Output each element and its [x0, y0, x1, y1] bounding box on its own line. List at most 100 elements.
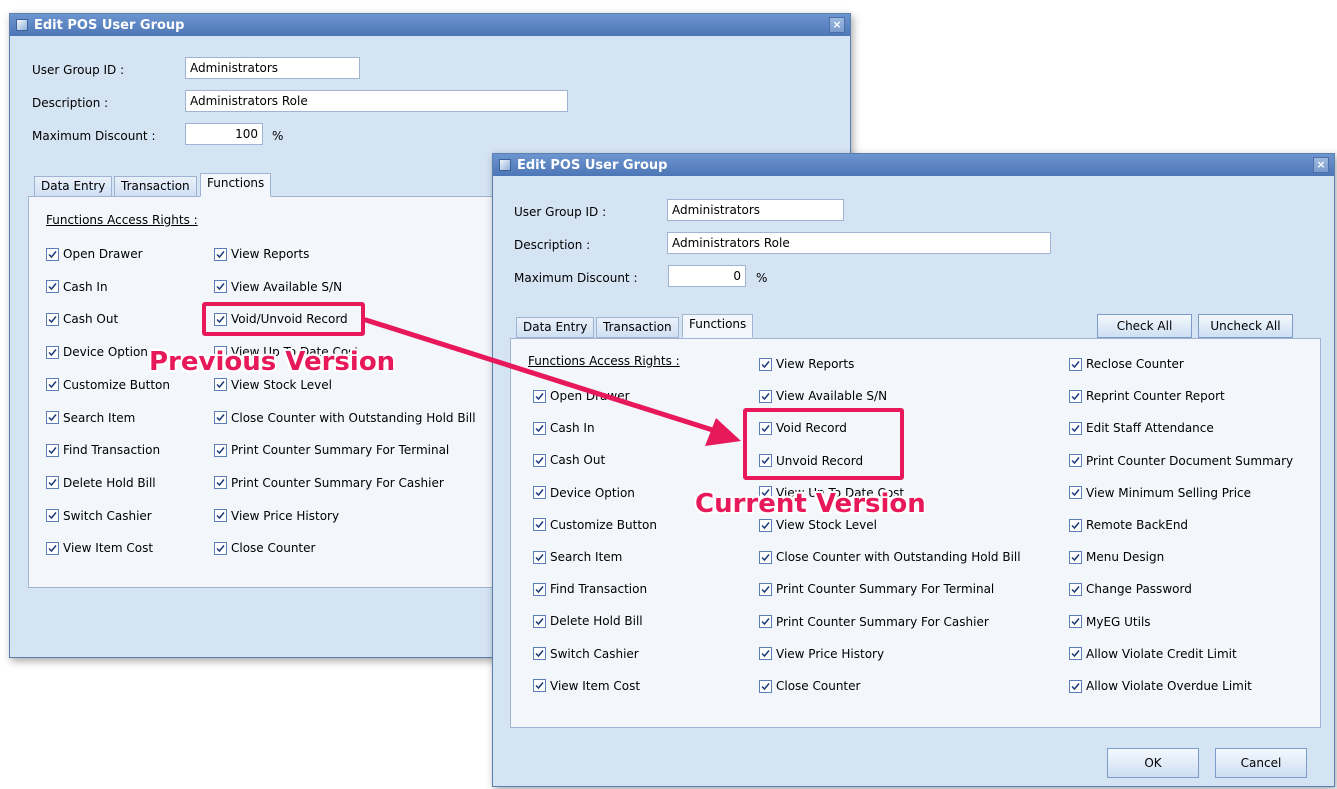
- checked-checkbox-icon[interactable]: [46, 247, 59, 261]
- checkbox-item[interactable]: Allow Violate Overdue Limit: [1069, 679, 1252, 693]
- checkbox-item[interactable]: Cash Out: [533, 453, 605, 467]
- tab-data-entry[interactable]: Data Entry: [34, 176, 113, 197]
- checked-checkbox-icon[interactable]: [46, 280, 59, 294]
- checkbox-item[interactable]: View Item Cost: [46, 541, 153, 555]
- checkbox-item[interactable]: Void Record: [759, 421, 847, 435]
- description-field[interactable]: Administrators Role: [185, 90, 568, 112]
- checked-checkbox-icon[interactable]: [1069, 647, 1082, 661]
- checkbox-item[interactable]: Delete Hold Bill: [46, 476, 156, 490]
- checked-checkbox-icon[interactable]: [533, 679, 546, 693]
- checkbox-item[interactable]: View Available S/N: [759, 389, 887, 403]
- checked-checkbox-icon[interactable]: [533, 453, 546, 467]
- uncheck-all-button[interactable]: Uncheck All: [1198, 314, 1293, 338]
- checked-checkbox-icon[interactable]: [1069, 421, 1082, 435]
- checkbox-item[interactable]: Close Counter: [214, 541, 315, 555]
- tab-transaction[interactable]: Transaction: [114, 176, 197, 197]
- checkbox-item[interactable]: Close Counter with Outstanding Hold Bill: [214, 411, 476, 425]
- checked-checkbox-icon[interactable]: [214, 312, 227, 326]
- checked-checkbox-icon[interactable]: [46, 443, 59, 457]
- checkbox-item[interactable]: Void/Unvoid Record: [214, 312, 348, 326]
- checked-checkbox-icon[interactable]: [214, 280, 227, 294]
- checked-checkbox-icon[interactable]: [1069, 615, 1082, 629]
- tab-functions[interactable]: Functions: [200, 173, 272, 197]
- checkbox-item[interactable]: Delete Hold Bill: [533, 614, 643, 628]
- checked-checkbox-icon[interactable]: [759, 647, 772, 661]
- checked-checkbox-icon[interactable]: [214, 247, 227, 261]
- checkbox-item[interactable]: Customize Button: [533, 518, 657, 532]
- checkbox-item[interactable]: Cash In: [533, 421, 595, 435]
- description-field[interactable]: Administrators Role: [667, 232, 1051, 254]
- checkbox-item[interactable]: Print Counter Summary For Cashier: [214, 476, 444, 490]
- check-all-button[interactable]: Check All: [1097, 314, 1192, 338]
- checked-checkbox-icon[interactable]: [533, 647, 546, 661]
- checkbox-item[interactable]: Open Drawer: [533, 389, 630, 403]
- checked-checkbox-icon[interactable]: [759, 550, 772, 564]
- checked-checkbox-icon[interactable]: [46, 411, 59, 424]
- checkbox-item[interactable]: Find Transaction: [533, 582, 647, 596]
- close-icon[interactable]: ×: [1313, 157, 1329, 173]
- checked-checkbox-icon[interactable]: [1069, 389, 1082, 403]
- checked-checkbox-icon[interactable]: [533, 421, 546, 435]
- checked-checkbox-icon[interactable]: [759, 357, 772, 371]
- checked-checkbox-icon[interactable]: [46, 312, 59, 326]
- checked-checkbox-icon[interactable]: [46, 476, 59, 490]
- checkbox-item[interactable]: Switch Cashier: [533, 647, 639, 661]
- tab-data-entry[interactable]: Data Entry: [516, 317, 595, 338]
- checked-checkbox-icon[interactable]: [46, 345, 59, 359]
- checkbox-item[interactable]: Allow Violate Credit Limit: [1069, 647, 1237, 661]
- checkbox-item[interactable]: View Reports: [759, 357, 854, 371]
- checkbox-item[interactable]: Search Item: [46, 411, 135, 425]
- user-group-id-field[interactable]: Administrators: [185, 57, 360, 79]
- checkbox-item[interactable]: Print Counter Summary For Terminal: [759, 582, 994, 596]
- checkbox-item[interactable]: Unvoid Record: [759, 454, 863, 468]
- checked-checkbox-icon[interactable]: [214, 509, 227, 523]
- checkbox-item[interactable]: Cash Out: [46, 312, 118, 326]
- checkbox-item[interactable]: Device Option: [46, 345, 148, 359]
- checked-checkbox-icon[interactable]: [214, 476, 227, 490]
- checked-checkbox-icon[interactable]: [759, 518, 772, 532]
- checked-checkbox-icon[interactable]: [1069, 357, 1082, 371]
- checked-checkbox-icon[interactable]: [46, 509, 59, 523]
- checkbox-item[interactable]: Customize Button: [46, 378, 170, 392]
- checked-checkbox-icon[interactable]: [1069, 550, 1082, 564]
- checked-checkbox-icon[interactable]: [759, 679, 772, 693]
- checkbox-item[interactable]: MyEG Utils: [1069, 615, 1151, 629]
- checkbox-item[interactable]: View Available S/N: [214, 280, 342, 294]
- max-discount-field[interactable]: 0: [668, 265, 746, 287]
- checked-checkbox-icon[interactable]: [533, 582, 546, 596]
- close-icon[interactable]: ×: [829, 17, 845, 33]
- checkbox-item[interactable]: Change Password: [1069, 582, 1192, 596]
- cancel-button[interactable]: Cancel: [1215, 748, 1307, 778]
- checked-checkbox-icon[interactable]: [533, 486, 546, 500]
- checkbox-item[interactable]: Cash In: [46, 280, 108, 294]
- ok-button[interactable]: OK: [1107, 748, 1199, 778]
- checkbox-item[interactable]: Search Item: [533, 550, 622, 564]
- checkbox-item[interactable]: Reclose Counter: [1069, 357, 1184, 371]
- checked-checkbox-icon[interactable]: [214, 411, 227, 424]
- checked-checkbox-icon[interactable]: [1069, 486, 1082, 500]
- checkbox-item[interactable]: Print Counter Document Summary: [1069, 454, 1293, 468]
- checkbox-item[interactable]: View Stock Level: [214, 378, 332, 392]
- checked-checkbox-icon[interactable]: [533, 550, 546, 564]
- checked-checkbox-icon[interactable]: [533, 614, 546, 628]
- checkbox-item[interactable]: Open Drawer: [46, 247, 143, 261]
- checked-checkbox-icon[interactable]: [759, 421, 772, 435]
- checkbox-item[interactable]: Print Counter Summary For Cashier: [759, 615, 989, 629]
- checked-checkbox-icon[interactable]: [1069, 518, 1082, 532]
- checked-checkbox-icon[interactable]: [214, 541, 227, 555]
- user-group-id-field[interactable]: Administrators: [667, 199, 844, 221]
- checkbox-item[interactable]: Close Counter: [759, 679, 860, 693]
- checkbox-item[interactable]: View Minimum Selling Price: [1069, 486, 1251, 500]
- checkbox-item[interactable]: Print Counter Summary For Terminal: [214, 443, 449, 457]
- checkbox-item[interactable]: Remote BackEnd: [1069, 518, 1188, 532]
- checked-checkbox-icon[interactable]: [1069, 679, 1082, 693]
- checkbox-item[interactable]: Reprint Counter Report: [1069, 389, 1225, 403]
- checkbox-item[interactable]: Menu Design: [1069, 550, 1164, 564]
- checked-checkbox-icon[interactable]: [214, 443, 227, 457]
- checkbox-item[interactable]: Find Transaction: [46, 443, 160, 457]
- checkbox-item[interactable]: Close Counter with Outstanding Hold Bill: [759, 550, 1021, 564]
- checked-checkbox-icon[interactable]: [759, 615, 772, 629]
- checkbox-item[interactable]: Edit Staff Attendance: [1069, 421, 1214, 435]
- checkbox-item[interactable]: View Reports: [214, 247, 309, 261]
- checked-checkbox-icon[interactable]: [759, 454, 772, 468]
